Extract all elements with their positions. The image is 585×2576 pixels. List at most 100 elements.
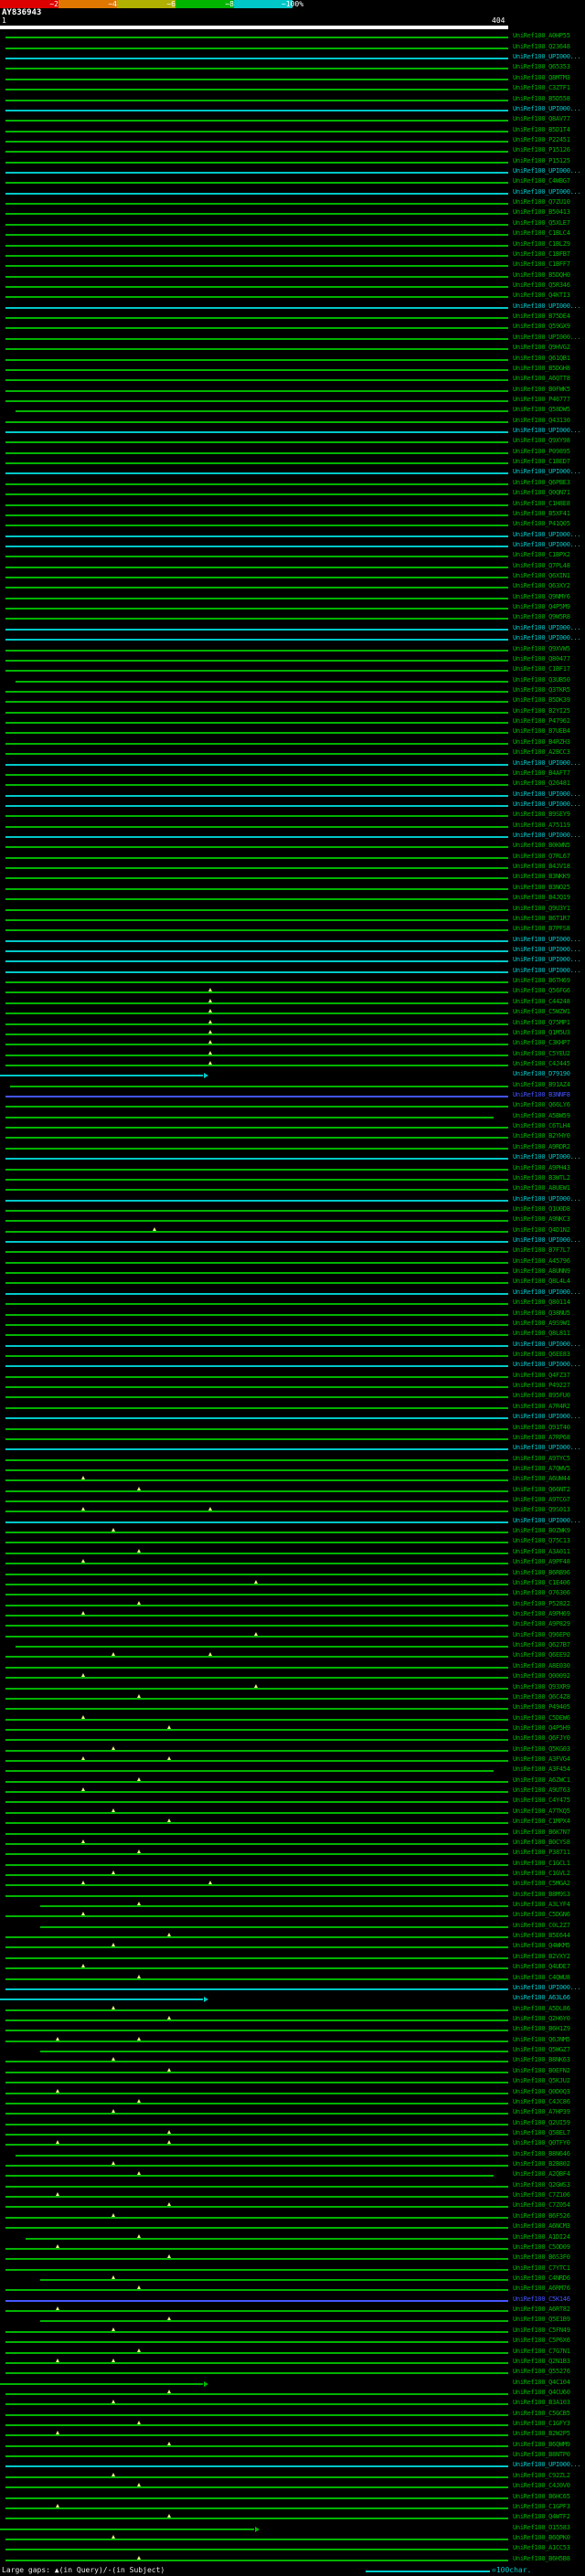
- hit-row[interactable]: UniRef100_B6H5B8: [0, 2553, 585, 2563]
- hit-row[interactable]: UniRef100_B8NK63: [0, 2055, 585, 2065]
- hit-row[interactable]: UniRef100_C7Z106: [0, 2190, 585, 2200]
- hit-row[interactable]: UniRef100_B8M9S3: [0, 1889, 585, 1899]
- hit-row[interactable]: UniRef100_A7RP68: [0, 1433, 585, 1443]
- hit-row[interactable]: UniRef100_B6QWM9: [0, 2439, 585, 2449]
- hit-row[interactable]: UniRef100_A8UNN9: [0, 1267, 585, 1277]
- hit-row[interactable]: UniRef100_UPI000...: [0, 934, 585, 944]
- hit-row[interactable]: UniRef100_A1CC53: [0, 2543, 585, 2553]
- hit-row[interactable]: UniRef100_Q5KJU2: [0, 2076, 585, 2086]
- hit-row[interactable]: UniRef100_C4J0V0: [0, 2481, 585, 2491]
- hit-row[interactable]: UniRef100_B3NKK9: [0, 872, 585, 882]
- hit-row[interactable]: UniRef100_Q5XLE7: [0, 217, 585, 228]
- hit-row[interactable]: UniRef100_C5K146: [0, 2294, 585, 2304]
- hit-row[interactable]: UniRef100_C5DGN6: [0, 1910, 585, 1920]
- hit-row[interactable]: UniRef100_C6TLH4: [0, 1121, 585, 1131]
- hit-row[interactable]: UniRef100_P22451: [0, 135, 585, 145]
- hit-row[interactable]: UniRef100_Q6EE83: [0, 1350, 585, 1360]
- hit-row[interactable]: UniRef100_B5DK39: [0, 695, 585, 705]
- hit-row[interactable]: UniRef100_P41Q05: [0, 519, 585, 529]
- hit-row[interactable]: UniRef100_B7PFS8: [0, 924, 585, 934]
- hit-row[interactable]: UniRef100_P46777: [0, 395, 585, 405]
- hit-row[interactable]: UniRef100_Q1M5U3: [0, 1028, 585, 1038]
- hit-row[interactable]: UniRef100_A7TKQ5: [0, 1806, 585, 1816]
- hit-row[interactable]: UniRef100_B6RB96: [0, 1567, 585, 1577]
- hit-row[interactable]: UniRef100_B4JQ19: [0, 893, 585, 903]
- hit-row[interactable]: UniRef100_UPI000...: [0, 1193, 585, 1203]
- hit-row[interactable]: UniRef100_B8NTP0: [0, 2450, 585, 2460]
- hit-row[interactable]: UniRef100_A9UT63: [0, 1786, 585, 1796]
- hit-row[interactable]: UniRef100_UPI000...: [0, 1339, 585, 1349]
- hit-row[interactable]: UniRef100_A6RM76: [0, 2284, 585, 2294]
- hit-row[interactable]: UniRef100_Q65353: [0, 62, 585, 72]
- hit-row[interactable]: UniRef100_Q5E1B9: [0, 2315, 585, 2325]
- hit-row[interactable]: UniRef100_C1BED7: [0, 457, 585, 467]
- hit-row[interactable]: UniRef100_C1BLC4: [0, 228, 585, 239]
- hit-row[interactable]: UniRef100_C1E406: [0, 1578, 585, 1588]
- hit-row[interactable]: UniRef100_Q0QN71: [0, 488, 585, 498]
- hit-row[interactable]: UniRef100_Q9XY98: [0, 436, 585, 446]
- hit-row[interactable]: UniRef100_A6RT82: [0, 2305, 585, 2315]
- hit-row[interactable]: UniRef100_B3NNF8: [0, 1090, 585, 1100]
- hit-row[interactable]: UniRef100_UPI000...: [0, 52, 585, 62]
- hit-row[interactable]: UniRef100_A9TYC5: [0, 1453, 585, 1463]
- hit-row[interactable]: UniRef100_P09895: [0, 446, 585, 456]
- hit-row[interactable]: UniRef100_B6QPK0: [0, 2533, 585, 2543]
- hit-row[interactable]: UniRef100_A9PF48: [0, 1557, 585, 1567]
- hit-row[interactable]: UniRef100_C4NRD6: [0, 2274, 585, 2284]
- hit-row[interactable]: UniRef100_C1GPF3: [0, 2502, 585, 2512]
- hit-row[interactable]: UniRef100_C1BFB7: [0, 249, 585, 260]
- hit-row[interactable]: UniRef100_A45796: [0, 1256, 585, 1266]
- hit-row[interactable]: UniRef100_A3A011: [0, 1546, 585, 1556]
- hit-row[interactable]: UniRef100_A2QBF4: [0, 2169, 585, 2179]
- hit-row[interactable]: UniRef100_C1GCL1: [0, 1858, 585, 1868]
- hit-row[interactable]: UniRef100_C4J445: [0, 1059, 585, 1069]
- hit-row[interactable]: UniRef100_Q66LY6: [0, 1100, 585, 1110]
- hit-row[interactable]: UniRef100_Q2H6Y0: [0, 2014, 585, 2024]
- hit-row[interactable]: UniRef100_UPI000...: [0, 633, 585, 643]
- hit-row[interactable]: UniRef100_Q91T40: [0, 1422, 585, 1432]
- hit-row[interactable]: UniRef100_Q9NMY6: [0, 591, 585, 601]
- hit-row[interactable]: UniRef100_A9PH69: [0, 1609, 585, 1619]
- hit-row[interactable]: UniRef100_P49405: [0, 1702, 585, 1712]
- hit-row[interactable]: UniRef100_UPI000...: [0, 529, 585, 539]
- hit-row[interactable]: UniRef100_P38711: [0, 1848, 585, 1858]
- hit-row[interactable]: UniRef100_Q9W5R8: [0, 612, 585, 622]
- hit-row[interactable]: UniRef100_Q80477: [0, 654, 585, 664]
- hit-row[interactable]: UniRef100_C5GCB5: [0, 2408, 585, 2418]
- hit-row[interactable]: UniRef100_Q3UB50: [0, 674, 585, 684]
- hit-row[interactable]: UniRef100_B6H1Z9: [0, 2024, 585, 2034]
- hit-row[interactable]: UniRef100_Q2GWS3: [0, 2179, 585, 2189]
- hit-row[interactable]: UniRef100_B2YHY0: [0, 1131, 585, 1141]
- hit-row[interactable]: UniRef100_UPI000...: [0, 789, 585, 799]
- hit-row[interactable]: UniRef100_A6UW44: [0, 1474, 585, 1484]
- hit-row[interactable]: UniRef100_Q6PBE3: [0, 477, 585, 487]
- hit-row[interactable]: UniRef100_UPI000...: [0, 1443, 585, 1453]
- hit-row[interactable]: UniRef100_A3FVG4: [0, 1754, 585, 1765]
- hit-row[interactable]: UniRef100_Q56FG6: [0, 986, 585, 996]
- hit-row[interactable]: UniRef100_B0EFN2: [0, 2065, 585, 2075]
- hit-row[interactable]: UniRef100_UPI000...: [0, 2460, 585, 2470]
- hit-row[interactable]: UniRef100_A9PH43: [0, 1162, 585, 1172]
- hit-row[interactable]: UniRef100_Q8L4L4: [0, 1277, 585, 1287]
- hit-row[interactable]: UniRef100_C7YTC1: [0, 2263, 585, 2273]
- hit-row[interactable]: UniRef100_C3ZTF1: [0, 83, 585, 93]
- hit-row[interactable]: UniRef100_A9TCG7: [0, 1495, 585, 1505]
- hit-row[interactable]: UniRef100_A7QWV5: [0, 1464, 585, 1474]
- hit-row[interactable]: UniRef100_C1H8E8: [0, 498, 585, 508]
- hit-row[interactable]: UniRef100_B0ZWK9: [0, 1526, 585, 1536]
- hit-row[interactable]: UniRef100_A7R4R2: [0, 1401, 585, 1411]
- hit-row[interactable]: UniRef100_B5XF41: [0, 509, 585, 519]
- hit-row[interactable]: UniRef100_A1DI24: [0, 2231, 585, 2242]
- hit-row[interactable]: UniRef100_Q4KTI3: [0, 291, 585, 301]
- hit-row[interactable]: UniRef100_UPI000...: [0, 1235, 585, 1246]
- hit-row[interactable]: UniRef100_UPI000...: [0, 332, 585, 342]
- hit-row[interactable]: UniRef100_Q58DW5: [0, 405, 585, 415]
- hit-row[interactable]: UniRef100_Q4C104: [0, 2377, 585, 2387]
- hit-row[interactable]: UniRef100_B6S3F0: [0, 2253, 585, 2263]
- hit-row[interactable]: UniRef100_A0HP55: [0, 31, 585, 41]
- hit-row[interactable]: UniRef100_B75DE4: [0, 312, 585, 322]
- hit-row[interactable]: UniRef100_UPI000...: [0, 800, 585, 810]
- hit-row[interactable]: UniRef100_Q4P5M9: [0, 602, 585, 612]
- hit-row[interactable]: UniRef100_Q4WTF2: [0, 2512, 585, 2522]
- hit-row[interactable]: UniRef100_A9P829: [0, 1619, 585, 1629]
